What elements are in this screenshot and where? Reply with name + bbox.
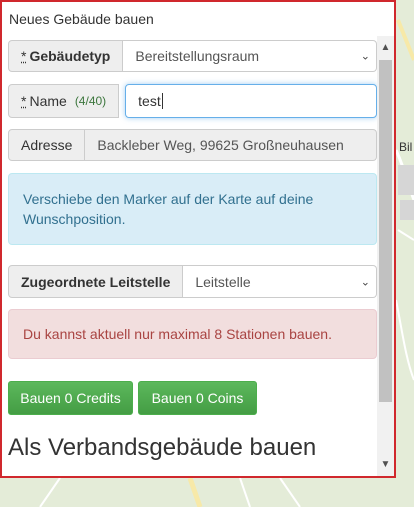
panel-scroll-area[interactable]: * Gebäudetyp Bereitstellungsraum ⌄ * Nam… — [2, 36, 377, 476]
chevron-down-icon: ⌄ — [360, 276, 370, 288]
build-building-panel: Neues Gebäude bauen * Gebäudetyp Bereits… — [0, 0, 396, 478]
dispatch-group: Zugeordnete Leitstelle Leitstelle ⌄ — [8, 265, 377, 298]
dispatch-label: Zugeordnete Leitstelle — [8, 265, 184, 298]
text-cursor — [161, 93, 163, 109]
name-char-counter: (4/40) — [74, 94, 107, 108]
name-label: * Name (4/40) — [8, 84, 120, 118]
name-group: * Name (4/40) test — [8, 84, 377, 118]
address-field: Backleber Weg, 99625 Großneuhausen — [85, 129, 377, 161]
dispatch-label-text: Zugeordnete Leitstelle — [21, 273, 171, 290]
error-alert: Du kannst aktuell nur maximal 8 Statione… — [8, 309, 377, 359]
panel-scrollbar[interactable]: ▲ ▼ — [377, 36, 394, 476]
scroll-up-icon[interactable]: ▲ — [377, 42, 394, 53]
name-input-value: test — [138, 93, 161, 109]
name-label-text: Name — [29, 93, 67, 109]
building-type-select[interactable]: Bereitstellungsraum ⌄ — [123, 40, 377, 72]
build-credits-button[interactable]: Bauen 0 Credits — [8, 381, 133, 415]
scroll-down-icon[interactable]: ▼ — [377, 459, 394, 470]
building-type-value: Bereitstellungsraum — [135, 48, 260, 64]
chevron-down-icon: ⌄ — [360, 50, 370, 63]
alliance-building-heading: Als Verbandsgebäude bauen — [8, 434, 317, 461]
address-value: Backleber Weg, 99625 Großneuhausen — [97, 137, 344, 153]
required-mark: * — [21, 93, 27, 109]
building-type-label: * Gebäudetyp — [8, 40, 124, 72]
scrollbar-thumb[interactable] — [379, 60, 392, 402]
address-group: Adresse Backleber Weg, 99625 Großneuhaus… — [8, 129, 377, 161]
map-place-label: Bil — [399, 140, 413, 154]
build-coins-button[interactable]: Bauen 0 Coins — [138, 381, 257, 415]
required-mark: * — [21, 48, 27, 64]
building-type-label-text: Gebäudetyp — [29, 48, 111, 64]
dispatch-value: Leitstelle — [195, 273, 251, 290]
dispatch-select[interactable]: Leitstelle ⌄ — [183, 265, 377, 298]
building-type-group: * Gebäudetyp Bereitstellungsraum ⌄ — [8, 40, 377, 72]
address-label: Adresse — [8, 129, 86, 161]
info-alert: Verschiebe den Marker auf der Karte auf … — [8, 173, 377, 245]
panel-title: Neues Gebäude bauen — [9, 11, 154, 27]
name-input[interactable]: test — [125, 84, 377, 118]
